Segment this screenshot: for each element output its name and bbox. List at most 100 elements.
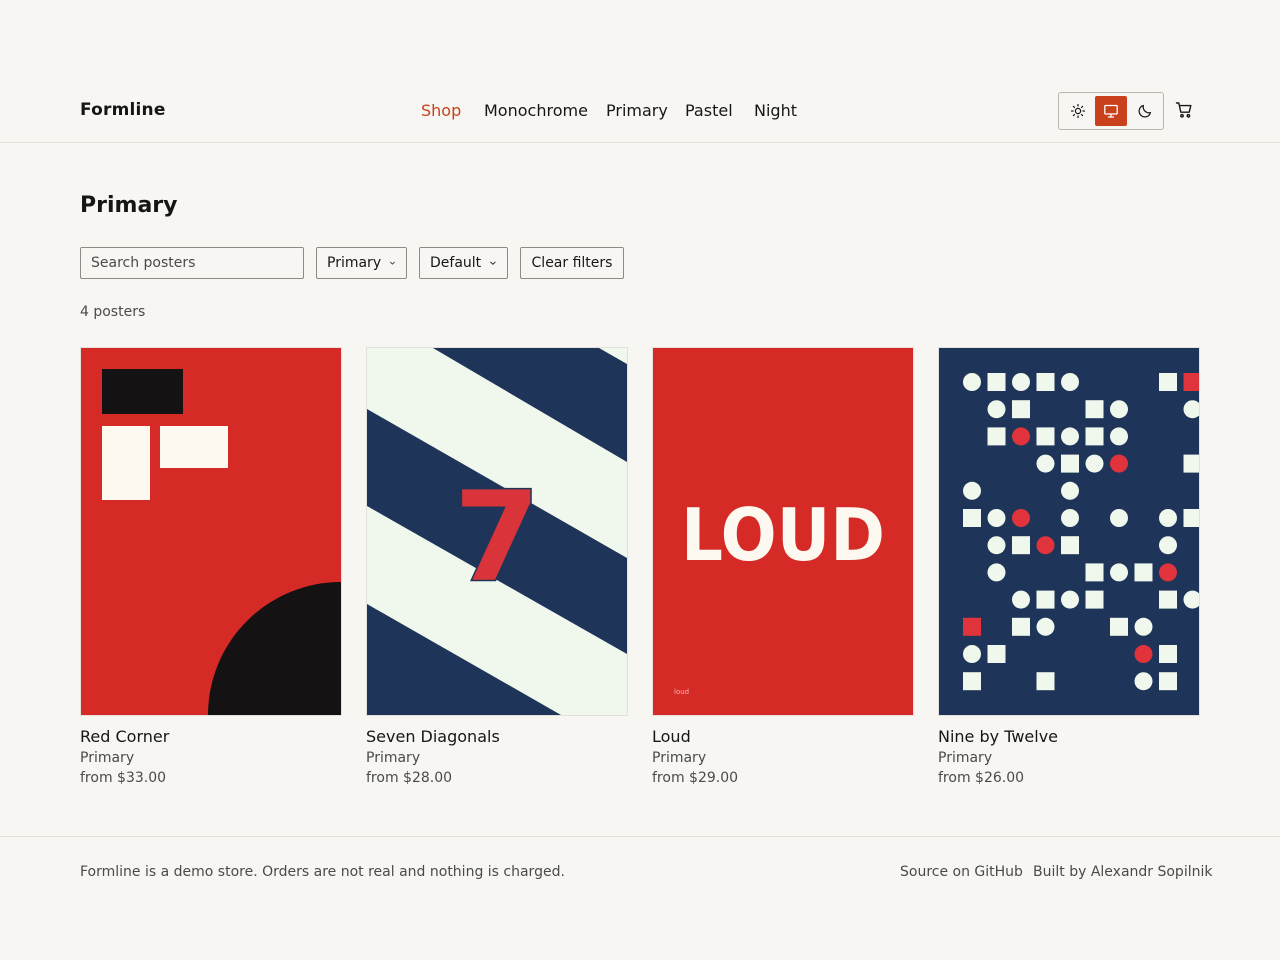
poster-shape xyxy=(1036,373,1055,391)
poster-shape xyxy=(1036,590,1055,609)
poster-shape xyxy=(1012,617,1030,636)
poster-shape xyxy=(1085,454,1104,473)
poster-shape xyxy=(1110,509,1128,527)
poster-shape xyxy=(1159,645,1177,663)
nav-link-night[interactable]: Night xyxy=(754,101,797,120)
product-price: from $33.00 xyxy=(80,770,167,786)
poster-shape xyxy=(987,373,1006,391)
poster-shape xyxy=(963,672,981,691)
footer-disclaimer: Formline is a demo store. Orders are not… xyxy=(80,864,565,880)
poster-shape xyxy=(1061,481,1079,500)
poster-shape xyxy=(1012,536,1030,555)
poster-shape xyxy=(987,509,1006,527)
poster-shape xyxy=(1012,427,1030,446)
product-card[interactable]: Nine by Twelve Primary from $26.00 xyxy=(938,347,1200,797)
poster-headline: LOUD xyxy=(681,493,885,577)
monitor-icon xyxy=(1104,104,1118,118)
product-collection: Primary xyxy=(938,750,993,766)
poster-shape xyxy=(1012,373,1030,391)
nav-link-primary[interactable]: Primary xyxy=(606,101,668,120)
theme-dark-button[interactable] xyxy=(1129,96,1161,126)
poster-shape xyxy=(1061,373,1079,391)
product-card[interactable]: 7 Seven Diagonals Primary from $28.00 xyxy=(366,347,628,797)
sort-select-value: Default xyxy=(430,255,482,271)
product-collection: Primary xyxy=(652,750,707,766)
product-collection: Primary xyxy=(80,750,135,766)
poster-shape xyxy=(1110,563,1128,582)
chevron-down-icon xyxy=(390,261,395,265)
theme-switcher xyxy=(1058,92,1164,130)
poster-shape xyxy=(1159,590,1177,609)
poster-image xyxy=(938,347,1200,716)
sort-select[interactable]: Default xyxy=(419,247,508,279)
poster-shape xyxy=(1085,427,1104,446)
poster-shape xyxy=(1110,617,1128,636)
poster-shape xyxy=(1134,645,1153,663)
product-title: Nine by Twelve xyxy=(938,727,1059,746)
poster-image xyxy=(80,347,342,716)
poster-shape xyxy=(1061,590,1079,609)
poster-shape xyxy=(987,563,1006,582)
site-footer: Formline is a demo store. Orders are not… xyxy=(0,836,1280,960)
poster-shape xyxy=(963,645,981,663)
product-title: Seven Diagonals xyxy=(366,727,500,746)
poster-shape xyxy=(1134,563,1153,582)
search-input[interactable] xyxy=(80,247,304,279)
page-title: Primary xyxy=(80,193,178,218)
results-count: 4 posters xyxy=(80,304,146,320)
poster-shape xyxy=(1061,454,1079,473)
poster-shape xyxy=(1085,563,1104,582)
poster-shape xyxy=(987,400,1006,419)
product-title: Loud xyxy=(652,727,691,746)
poster-shape xyxy=(1036,536,1055,555)
poster-shape xyxy=(1061,427,1079,446)
poster-shape xyxy=(987,645,1006,663)
poster-shape xyxy=(1159,536,1177,555)
product-price: from $28.00 xyxy=(366,770,453,786)
clear-filters-button[interactable]: Clear filters xyxy=(520,247,624,279)
poster-number: 7 xyxy=(454,466,540,610)
poster-shape xyxy=(1110,427,1128,446)
poster-image: LOUD loud xyxy=(652,347,914,716)
footer-link-author[interactable]: Built by Alexandr Sopilnik xyxy=(1033,864,1212,880)
poster-shape xyxy=(987,427,1006,446)
cart-button[interactable] xyxy=(1174,100,1194,120)
poster-shape xyxy=(1036,454,1055,473)
footer-link-github[interactable]: Source on GitHub xyxy=(900,864,1023,880)
poster-shape xyxy=(1036,672,1055,691)
poster-caption: loud xyxy=(674,688,689,696)
theme-light-button[interactable] xyxy=(1062,96,1094,126)
nav-link-monochrome[interactable]: Monochrome xyxy=(484,101,588,120)
product-card[interactable]: Red Corner Primary from $33.00 xyxy=(80,347,342,797)
collection-select[interactable]: Primary xyxy=(316,247,407,279)
nav-link-pastel[interactable]: Pastel xyxy=(685,101,733,120)
poster-shape xyxy=(1012,400,1030,419)
poster-shape xyxy=(963,373,981,391)
nav-link-shop[interactable]: Shop xyxy=(421,101,461,120)
poster-shape xyxy=(963,509,981,527)
product-card[interactable]: LOUD loud Loud Primary from $29.00 xyxy=(652,347,914,797)
poster-shape xyxy=(1159,373,1177,391)
cart-icon xyxy=(1175,102,1192,118)
site-header: Formline Shop Monochrome Primary Pastel … xyxy=(0,0,1280,143)
poster-shape xyxy=(1183,373,1199,391)
poster-shape xyxy=(1085,400,1104,419)
poster-shape xyxy=(1110,454,1128,473)
poster-shape xyxy=(1061,509,1079,527)
poster-shape xyxy=(1036,617,1055,636)
poster-shape xyxy=(1012,509,1030,527)
poster-image: 7 xyxy=(366,347,628,716)
poster-shape xyxy=(1061,536,1079,555)
poster-shape xyxy=(987,536,1006,555)
theme-system-button[interactable] xyxy=(1095,96,1127,126)
product-collection: Primary xyxy=(366,750,421,766)
poster-shape xyxy=(1183,454,1199,473)
poster-shape xyxy=(1159,563,1177,582)
moon-icon xyxy=(1138,104,1152,118)
poster-shape xyxy=(1183,509,1199,527)
poster-shape xyxy=(1159,672,1177,691)
collection-select-value: Primary xyxy=(327,255,382,271)
poster-shape xyxy=(1110,400,1128,419)
poster-shape xyxy=(963,617,981,636)
poster-shape xyxy=(1134,672,1153,691)
